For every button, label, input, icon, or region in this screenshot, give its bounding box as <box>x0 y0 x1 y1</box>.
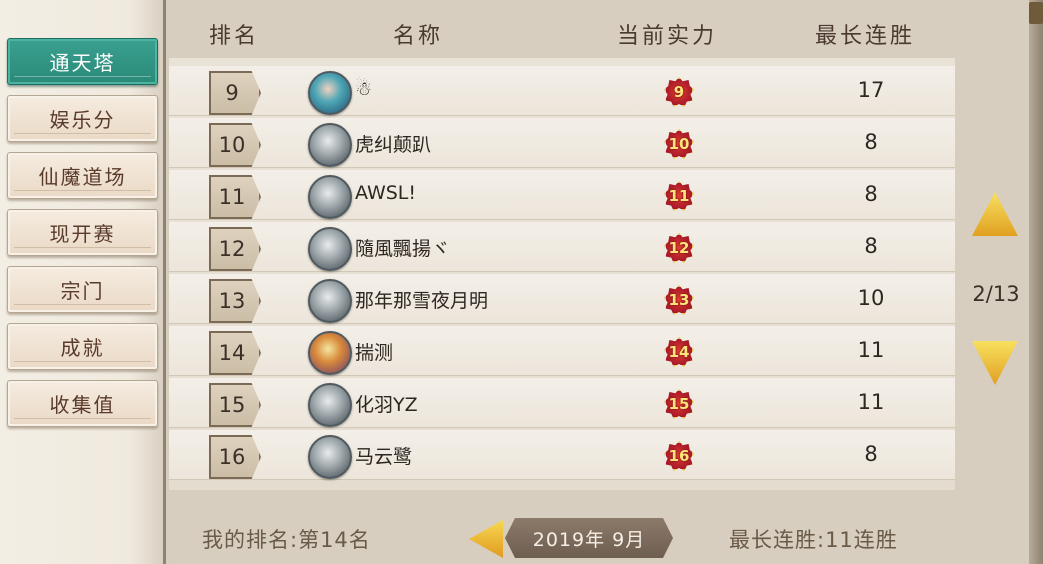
player-name: 化羽YZ <box>355 394 418 416</box>
table-row[interactable]: 13 那年那雪夜月明 13 10 <box>169 274 955 324</box>
streak-value: 17 <box>857 78 885 102</box>
rank-number: 9 <box>225 81 239 105</box>
rank-number: 10 <box>218 133 246 157</box>
header-streak: 最长连胜 <box>815 24 916 49</box>
table-header: 排名 名称 当前实力 最长连胜 <box>169 14 1043 54</box>
player-name: 揣测 <box>355 342 394 364</box>
power-badge: 12 <box>664 233 694 263</box>
power-badge: 16 <box>664 441 694 471</box>
sidebar-item-label: 娱乐分 <box>49 108 116 132</box>
table-row[interactable]: 16 马云鹭 16 8 <box>169 430 955 480</box>
category-sidebar: 通天塔 娱乐分 仙魔道场 现开赛 宗门 成就 收集值 <box>0 0 166 564</box>
month-selector-label: 2019年 9月 <box>532 528 646 551</box>
table-row[interactable]: 11 AWSL! 11 8 <box>169 170 955 220</box>
player-name: 马云鹭 <box>355 446 413 468</box>
rank-number: 14 <box>218 341 246 365</box>
streak-value: 8 <box>864 234 878 258</box>
player-avatar[interactable] <box>308 279 352 323</box>
power-badge: 11 <box>664 181 694 211</box>
my-rank-text: 我的排名:第14名 <box>202 528 371 552</box>
streak-value: 11 <box>857 338 885 362</box>
sidebar-item-label: 收集值 <box>49 393 116 417</box>
streak-value: 11 <box>857 390 885 414</box>
rank-number: 11 <box>218 185 246 209</box>
page-indicator: 2/13 <box>972 282 1020 306</box>
table-row[interactable]: 12 隨風飄揚ヾ 12 8 <box>169 222 955 272</box>
sidebar-item-xiankaisai[interactable]: 现开赛 <box>7 209 158 256</box>
table-row[interactable]: 14 揣测 14 11 <box>169 326 955 376</box>
header-rank: 排名 <box>209 24 260 49</box>
previous-month-arrow-icon[interactable] <box>469 520 503 558</box>
sidebar-item-label: 成就 <box>60 336 105 360</box>
streak-value: 8 <box>864 442 878 466</box>
header-power: 当前实力 <box>617 24 718 49</box>
footer-bar: 我的排名:第14名 2019年 9月 最长连胜:11连胜 <box>169 500 1043 564</box>
panel-edge <box>1029 0 1043 564</box>
ranking-list: 9 ☃ 9 17 10 虎纠颠趴 10 8 11 AWSL! 11 8 12 隨… <box>169 58 955 490</box>
header-name: 名称 <box>393 24 444 49</box>
player-avatar[interactable] <box>308 383 352 427</box>
rank-number: 13 <box>218 289 246 313</box>
player-name: AWSL! <box>355 182 417 204</box>
player-avatar[interactable] <box>308 123 352 167</box>
power-badge: 10 <box>664 129 694 159</box>
leaderboard-panel: 排名 名称 当前实力 最长连胜 9 ☃ 9 17 10 虎纠颠趴 10 8 11… <box>169 0 1043 564</box>
power-badge: 9 <box>664 77 694 107</box>
max-streak-text: 最长连胜:11连胜 <box>729 528 898 552</box>
player-avatar[interactable] <box>308 227 352 271</box>
player-avatar[interactable] <box>308 175 352 219</box>
player-avatar[interactable] <box>308 331 352 375</box>
sidebar-item-zongmen[interactable]: 宗门 <box>7 266 158 313</box>
sidebar-item-chengjiu[interactable]: 成就 <box>7 323 158 370</box>
player-name: 隨風飄揚ヾ <box>355 238 451 260</box>
streak-value: 8 <box>864 130 878 154</box>
page-up-arrow-icon[interactable] <box>972 192 1018 236</box>
sidebar-item-label: 宗门 <box>60 279 105 303</box>
sidebar-item-yulefen[interactable]: 娱乐分 <box>7 95 158 142</box>
player-avatar[interactable] <box>308 435 352 479</box>
page-down-arrow-icon[interactable] <box>972 341 1018 385</box>
sidebar-item-label: 现开赛 <box>49 222 116 246</box>
power-badge: 13 <box>664 285 694 315</box>
sidebar-item-tongtianta[interactable]: 通天塔 <box>7 38 158 85</box>
rank-number: 16 <box>218 445 246 469</box>
player-name: 虎纠颠趴 <box>355 134 432 156</box>
player-name: 那年那雪夜月明 <box>355 290 489 312</box>
sidebar-item-label: 仙魔道场 <box>38 165 127 189</box>
rank-number: 15 <box>218 393 246 417</box>
sidebar-item-label: 通天塔 <box>49 51 116 75</box>
player-avatar[interactable] <box>308 71 352 115</box>
power-badge: 14 <box>664 337 694 367</box>
streak-value: 10 <box>857 286 885 310</box>
rank-number: 12 <box>218 237 246 261</box>
table-row[interactable]: 10 虎纠颠趴 10 8 <box>169 118 955 168</box>
streak-value: 8 <box>864 182 878 206</box>
table-row[interactable]: 15 化羽YZ 15 11 <box>169 378 955 428</box>
table-row[interactable]: 9 ☃ 9 17 <box>169 66 955 116</box>
power-badge: 15 <box>664 389 694 419</box>
month-selector[interactable]: 2019年 9月 <box>505 518 673 558</box>
player-name: ☃ <box>355 78 373 100</box>
sidebar-item-shoujizhi[interactable]: 收集值 <box>7 380 158 427</box>
leaderboard-window: 通天塔 娱乐分 仙魔道场 现开赛 宗门 成就 收集值 排名 名称 当前实力 最长… <box>0 0 1043 564</box>
sidebar-item-xianmodaochang[interactable]: 仙魔道场 <box>7 152 158 199</box>
